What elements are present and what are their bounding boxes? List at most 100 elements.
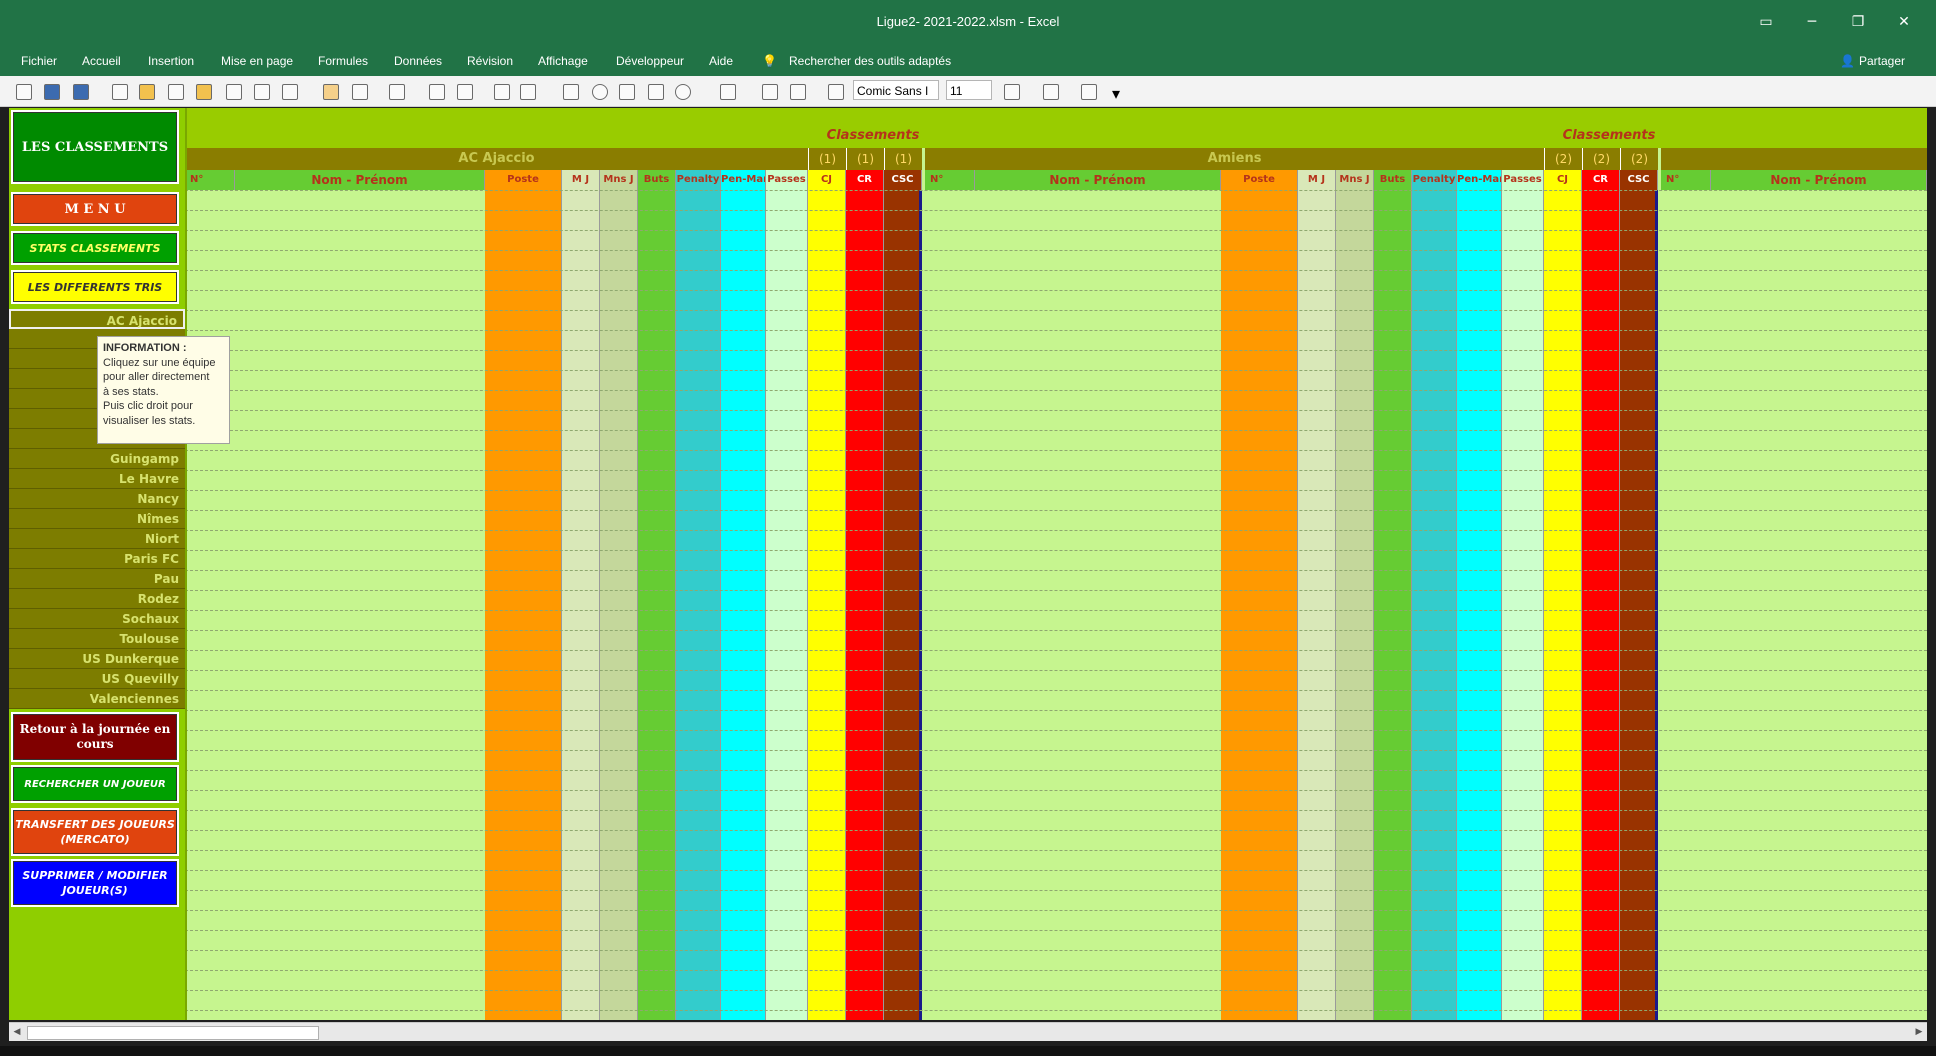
retour-journee-button[interactable]: Retour à la journée en cours [11,712,179,762]
team-link[interactable]: Niort [9,529,185,549]
symbol-icon[interactable] [429,84,445,100]
col-mnsj-2[interactable] [1336,190,1374,1020]
paste-icon[interactable] [323,84,339,100]
col-cj-1[interactable] [808,190,846,1020]
tooltip-heading: INFORMATION : [103,342,187,354]
col-buts-1[interactable] [638,190,676,1020]
undo-icon[interactable] [352,84,368,100]
menu-button[interactable]: M E N U [11,192,179,226]
team-header-1[interactable]: AC Ajaccio [185,148,808,170]
col-buts-2[interactable] [1374,190,1412,1020]
marker-csc-1: (1) [884,148,922,170]
menu-fichier[interactable]: Fichier [21,54,57,68]
org-chart-icon[interactable] [1081,84,1097,100]
col-penalty-2[interactable] [1412,190,1457,1020]
save-icon[interactable] [44,84,60,100]
col-mnsj-1[interactable] [600,190,638,1020]
team-link[interactable]: Sochaux [9,609,185,629]
differents-tris-button[interactable]: LES DIFFERENTS TRIS [11,270,179,304]
menu-donnees[interactable]: Données [394,54,442,68]
folder-icon[interactable] [139,84,155,100]
minimize-icon[interactable]: ─ [1792,10,1832,34]
close-icon[interactable]: ✕ [1884,10,1924,34]
col-cr-1[interactable] [846,190,884,1020]
scroll-thumb[interactable] [27,1026,319,1040]
open-icon[interactable] [196,84,212,100]
menu-formules[interactable]: Formules [318,54,368,68]
fill-color-icon[interactable] [1004,84,1020,100]
team-link[interactable]: Le Havre [9,469,185,489]
team-link[interactable]: Pau [9,569,185,589]
restore-icon[interactable]: ❐ [1838,10,1878,34]
col-cj-2[interactable] [1544,190,1582,1020]
menu-affichage[interactable]: Affichage [538,54,588,68]
paste-special-icon[interactable] [520,84,536,100]
col-penman-1[interactable] [721,190,766,1020]
search-tools[interactable]: Rechercher des outils adaptés [789,54,951,68]
document-icon[interactable] [762,84,778,100]
supprimer-modifier-button[interactable]: SUPPRIMER / MODIFIER JOUEUR(S) [11,859,179,907]
save-as-icon[interactable] [73,84,89,100]
menu-mise-en-page[interactable]: Mise en page [221,54,293,68]
col-poste-2[interactable] [1221,190,1298,1020]
format-painter-icon[interactable] [563,84,579,100]
transfert-button[interactable]: TRANSFERT DES JOUEURS (MERCATO) [11,808,179,856]
team-link[interactable]: AC Ajaccio [9,309,185,329]
team-link[interactable]: Toulouse [9,629,185,649]
col-cr-2[interactable] [1582,190,1620,1020]
menu-aide[interactable]: Aide [709,54,733,68]
print-icon[interactable] [282,84,298,100]
team-link[interactable]: Guingamp [9,449,185,469]
spreadsheet-grid[interactable]: Classements AC Ajaccio (1) (1) (1) Class… [9,108,1927,1020]
font-size-combo[interactable]: 11 [946,80,992,100]
col-passes-2[interactable] [1502,190,1544,1020]
col-mj-2[interactable] [1298,190,1336,1020]
customize-toolbar-icon[interactable]: ▾ [1112,84,1126,103]
scroll-right-icon[interactable]: ▶ [1913,1026,1925,1038]
borders-icon[interactable] [828,84,844,100]
scroll-left-icon[interactable]: ◀ [11,1026,23,1038]
rechercher-joueur-button[interactable]: RECHERCHER UN JOUEUR [11,765,179,803]
print-preview-icon[interactable] [226,84,242,100]
team-link[interactable]: Valenciennes [9,689,185,709]
menu-accueil[interactable]: Accueil [82,54,121,68]
col-mj-1[interactable] [562,190,600,1020]
cut-icon[interactable] [168,84,184,100]
horizontal-scrollbar[interactable]: ◀ ▶ [9,1022,1927,1041]
refresh-icon[interactable] [457,84,473,100]
team-link[interactable]: Nîmes [9,509,185,529]
stats-classements-button[interactable]: STATS CLASSEMENTS [11,231,179,265]
redo-icon[interactable] [389,84,405,100]
col-poste-1[interactable] [485,190,562,1020]
team-link[interactable]: US Quevilly [9,669,185,689]
share-button[interactable]: Partager [1859,54,1905,68]
font-name-combo[interactable]: Comic Sans I [853,80,939,100]
row-divider [185,930,1927,931]
new-file-icon[interactable] [16,84,32,100]
font-color-icon[interactable] [1043,84,1059,100]
col-csc-2[interactable] [1620,190,1658,1020]
picture-icon[interactable] [648,84,664,100]
circle-shape-icon[interactable] [592,84,608,100]
team-link[interactable]: US Dunkerque [9,649,185,669]
team-link[interactable]: Rodez [9,589,185,609]
col-penalty-1[interactable] [676,190,721,1020]
team-link[interactable]: Nancy [9,489,185,509]
ribbon-display-icon[interactable]: ▭ [1746,10,1786,34]
team-link[interactable]: Paris FC [9,549,185,569]
menu-revision[interactable]: Révision [467,54,513,68]
menu-developpeur[interactable]: Développeur [616,54,684,68]
table-icon[interactable] [790,84,806,100]
classements-title-button[interactable]: LES CLASSEMENTS [11,110,179,184]
clipboard-icon[interactable] [494,84,510,100]
col-csc-1[interactable] [884,190,922,1020]
grid-icon[interactable] [112,84,128,100]
print-setup-icon[interactable] [254,84,270,100]
menu-insertion[interactable]: Insertion [148,54,194,68]
col-passes-1[interactable] [766,190,808,1020]
team-header-2[interactable]: Amiens [925,148,1544,170]
find-icon[interactable] [720,84,736,100]
shapes-icon[interactable] [619,84,635,100]
col-penman-2[interactable] [1457,190,1502,1020]
shape-fill-icon[interactable] [675,84,691,100]
